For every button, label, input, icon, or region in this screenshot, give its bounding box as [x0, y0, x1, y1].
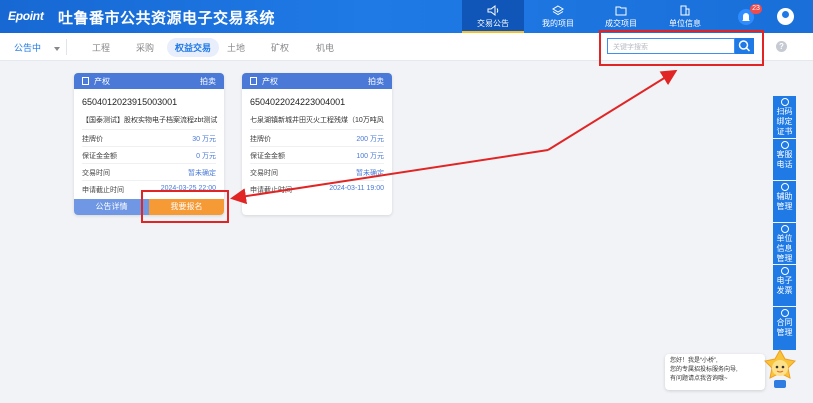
gear-icon [780, 225, 789, 233]
unit-info-manage-button[interactable]: 单位信息管理 [773, 223, 796, 264]
headset-icon [780, 141, 789, 149]
scan-bind-cert-button[interactable]: 扫码绑定证书 [773, 96, 796, 138]
tools-icon [780, 183, 789, 191]
contract-manage-button[interactable]: 合同管理 [773, 307, 796, 350]
gear-icon [780, 267, 789, 275]
e-invoice-button[interactable]: 电子发票 [773, 265, 796, 306]
chat-bubble[interactable]: 您好！我是“小桥”, 您的专属招投标服务向导, 有问题请点我咨询哦~ [665, 354, 765, 390]
assist-manage-button[interactable]: 辅助管理 [773, 181, 796, 222]
gear-icon [780, 98, 789, 106]
mascot-icon[interactable] [762, 348, 798, 390]
annotation-arrows [230, 69, 678, 205]
gear-icon [780, 309, 789, 317]
customer-service-button[interactable]: 客服电话 [773, 139, 796, 180]
